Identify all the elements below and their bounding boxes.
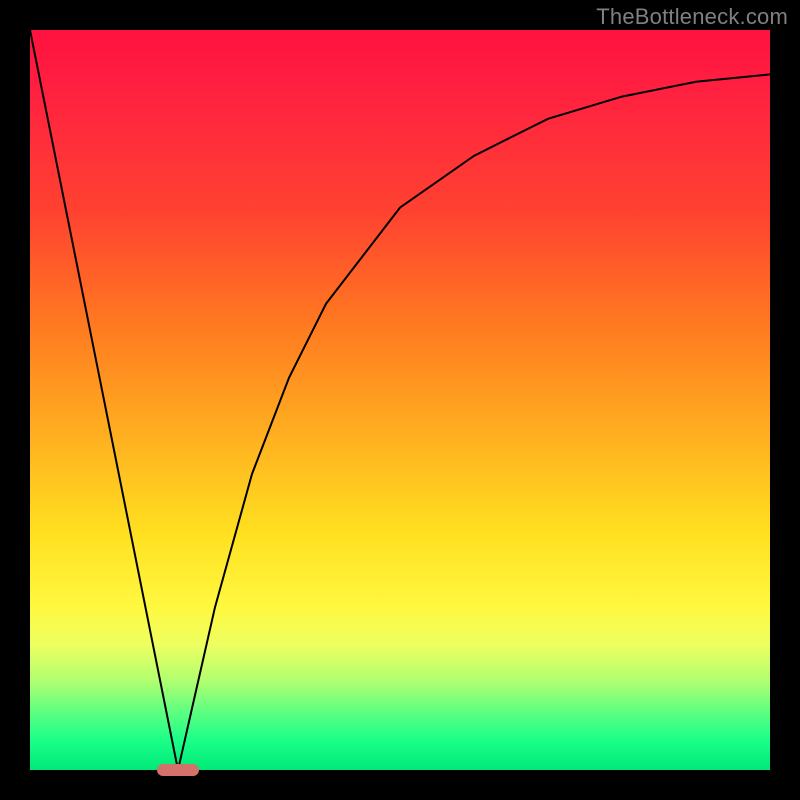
vertex-marker — [157, 764, 199, 776]
curve-path — [30, 30, 770, 770]
chart-frame: TheBottleneck.com — [0, 0, 800, 800]
plot-area — [30, 30, 770, 770]
watermark-text: TheBottleneck.com — [596, 4, 788, 30]
bottleneck-curve — [30, 30, 770, 770]
